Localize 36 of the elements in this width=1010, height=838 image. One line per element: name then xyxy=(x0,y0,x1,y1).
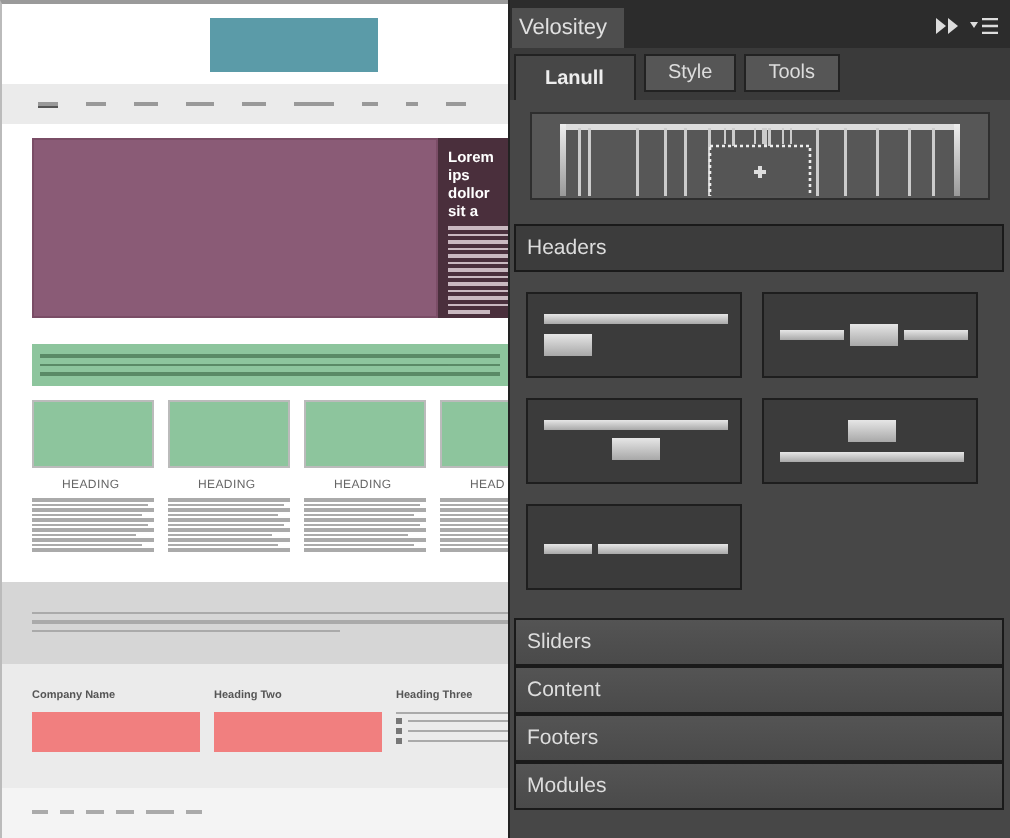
section-header[interactable]: Content xyxy=(513,666,1004,714)
text-line xyxy=(448,310,490,313)
nav-link[interactable] xyxy=(38,101,58,107)
section-header[interactable]: Sliders xyxy=(513,618,1004,666)
text-line xyxy=(448,268,507,271)
text-line xyxy=(448,226,507,229)
layout-thumbnail[interactable] xyxy=(525,398,741,484)
text-line xyxy=(448,254,507,257)
layout-preview[interactable] xyxy=(529,112,990,200)
section-header[interactable]: Footers xyxy=(513,714,1004,762)
section-header[interactable]: Headers xyxy=(513,224,1004,272)
panel-tab[interactable]: Style xyxy=(643,54,737,92)
text-line xyxy=(448,233,507,236)
text-line xyxy=(448,275,507,278)
panel-tab[interactable]: Tools xyxy=(744,54,840,92)
double-arrow-icon[interactable] xyxy=(936,18,958,34)
text-line xyxy=(448,296,507,299)
text-line xyxy=(448,303,507,306)
layout-thumbnail[interactable] xyxy=(525,504,741,590)
layout-thumbnail[interactable] xyxy=(525,292,741,378)
text-line xyxy=(448,289,507,292)
layout-thumbnail[interactable] xyxy=(761,398,977,484)
image-tile xyxy=(32,400,154,468)
text-line xyxy=(448,261,507,264)
text-line xyxy=(448,247,507,250)
footer-link[interactable] xyxy=(146,810,174,815)
image-tile xyxy=(304,400,426,468)
section-header[interactable]: Modules xyxy=(513,762,1004,810)
panel-tab[interactable]: Lanull xyxy=(513,54,636,100)
footer-link[interactable] xyxy=(186,810,202,815)
text-line xyxy=(448,240,507,243)
image-tile xyxy=(168,400,290,468)
panel-title: Velositey xyxy=(511,8,624,48)
menu-icon[interactable] xyxy=(970,18,998,34)
layout-thumbnail[interactable] xyxy=(761,292,977,378)
text-line xyxy=(448,282,507,285)
